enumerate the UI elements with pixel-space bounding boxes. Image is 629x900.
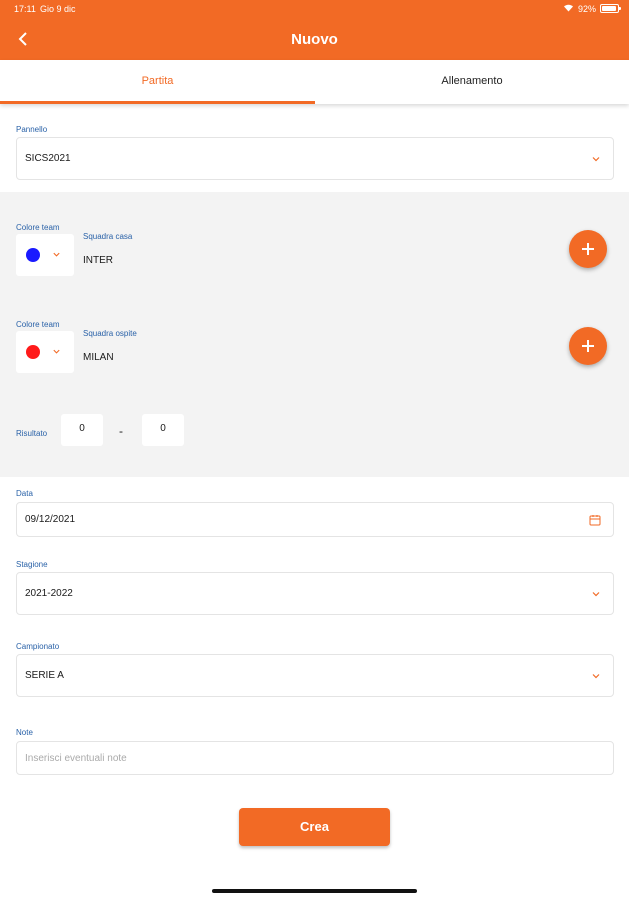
away-color-label: Colore team	[16, 320, 60, 329]
home-team-label: Squadra casa	[83, 232, 133, 241]
status-right: 92%	[563, 3, 621, 14]
status-bar: 17:11 Gio 9 dic 92%	[0, 0, 629, 18]
home-color-dot	[26, 248, 40, 262]
season-label: Stagione	[16, 560, 48, 569]
away-color-picker[interactable]	[16, 331, 74, 373]
calendar-icon	[589, 514, 601, 525]
chevron-down-icon	[592, 591, 600, 596]
tab-allenamento[interactable]: Allenamento	[315, 60, 629, 104]
result-label: Risultato	[16, 429, 48, 438]
away-color-dot	[26, 345, 40, 359]
date-value: 09/12/2021	[25, 514, 76, 525]
tab-partita[interactable]: Partita	[0, 60, 315, 104]
wifi-icon	[563, 3, 574, 14]
plus-icon	[582, 243, 594, 255]
championship-label: Campionato	[16, 642, 60, 651]
home-indicator	[212, 889, 417, 893]
plus-icon	[582, 340, 594, 352]
panel-label: Pannello	[16, 125, 48, 134]
home-color-picker[interactable]	[16, 234, 74, 276]
status-date: Gio 9 dic	[40, 4, 76, 14]
away-team-name[interactable]: MILAN	[83, 352, 114, 363]
date-field[interactable]: 09/12/2021	[16, 502, 614, 537]
page-title: Nuovo	[291, 31, 338, 48]
panel-select[interactable]: SICS2021	[16, 137, 614, 180]
away-score-input[interactable]: 0	[142, 414, 184, 446]
home-color-label: Colore team	[16, 223, 60, 232]
chevron-down-icon	[53, 252, 60, 257]
battery-percent: 92%	[577, 3, 596, 14]
home-score-input[interactable]: 0	[61, 414, 103, 446]
notes-input[interactable]: Inserisci eventuali note	[16, 741, 614, 775]
home-team-name[interactable]: INTER	[83, 255, 113, 266]
away-team-label: Squadra ospite	[83, 329, 137, 338]
championship-value: SERIE A	[25, 670, 64, 681]
add-home-team-button[interactable]	[569, 230, 607, 268]
score-separator: -	[119, 424, 123, 438]
battery-icon	[600, 4, 621, 13]
app-header: 17:11 Gio 9 dic 92% Nuovo	[0, 0, 629, 60]
create-button[interactable]: Crea	[239, 808, 390, 846]
notes-label: Note	[16, 728, 33, 737]
notes-placeholder: Inserisci eventuali note	[25, 752, 127, 764]
chevron-down-icon	[592, 673, 600, 678]
season-select[interactable]: 2021-2022	[16, 572, 614, 615]
date-label: Data	[16, 489, 33, 498]
battery-fill	[602, 6, 616, 11]
season-value: 2021-2022	[25, 588, 73, 599]
chevron-down-icon	[592, 156, 600, 161]
tab-bar: Partita Allenamento	[0, 60, 629, 104]
teams-panel: Colore team Squadra casa INTER Colore te…	[0, 192, 629, 477]
panel-value: SICS2021	[25, 153, 71, 164]
add-away-team-button[interactable]	[569, 327, 607, 365]
status-time: 17:11	[14, 4, 36, 14]
chevron-down-icon	[53, 349, 60, 354]
championship-select[interactable]: SERIE A	[16, 654, 614, 697]
